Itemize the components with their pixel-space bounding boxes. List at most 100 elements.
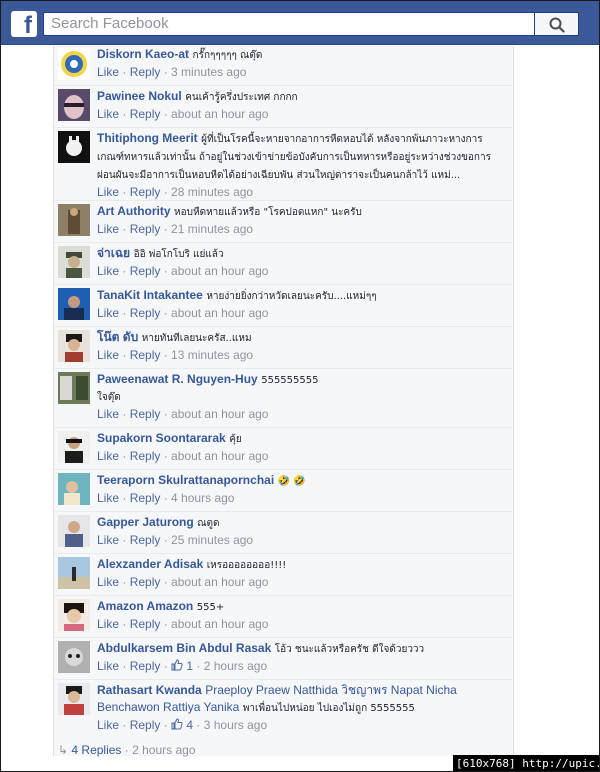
replies-count[interactable]: 4 Replies [71, 743, 121, 757]
like-link[interactable]: Like [97, 185, 119, 199]
like-link[interactable]: Like [97, 617, 119, 631]
reply-link[interactable]: Reply [130, 449, 161, 463]
reply-link[interactable]: Reply [130, 264, 161, 278]
like-link[interactable]: Like [97, 718, 119, 732]
search-input[interactable]: Search Facebook [43, 12, 535, 36]
comment-timestamp[interactable]: about an hour ago [171, 575, 268, 589]
like-link[interactable]: Like [97, 348, 119, 362]
like-count[interactable]: 1 [171, 659, 193, 673]
comment-item: Diskorn Kaeo-at กรั๊กๆๆๆๆๆ ณตุ๊ด Like · … [54, 46, 513, 86]
reply-link[interactable]: Reply [130, 107, 161, 121]
reply-link[interactable]: Reply [130, 348, 161, 362]
avatar[interactable] [58, 599, 90, 631]
view-replies-link[interactable]: ↳ 4 Replies · 2 hours ago [58, 743, 196, 757]
comment-timestamp[interactable]: 2 hours ago [204, 659, 267, 673]
comment-item: Pawinee Nokul คนเค้ารู้ครึ่งประเทศ กกกก … [54, 86, 513, 128]
reply-link[interactable]: Reply [130, 718, 161, 732]
comment-timestamp[interactable]: about an hour ago [171, 407, 268, 421]
comment-text: ณตูด [197, 518, 220, 529]
comment-timestamp[interactable]: about an hour ago [171, 264, 268, 278]
comment-timestamp[interactable]: about an hour ago [171, 107, 268, 121]
like-link[interactable]: Like [97, 491, 119, 505]
comment-timestamp[interactable]: 25 minutes ago [171, 533, 253, 547]
like-link[interactable]: Like [97, 65, 119, 79]
comment-timestamp[interactable]: about an hour ago [171, 306, 268, 320]
comment-item: Alexzander Adisak เหรออออออออ!!!! Like ·… [54, 554, 513, 596]
comment-text: 555+ [196, 602, 225, 613]
avatar[interactable] [58, 48, 90, 80]
comment-author[interactable]: Alexzander Adisak [97, 557, 203, 571]
comment-author[interactable]: TanaKit Intakantee [97, 288, 203, 302]
avatar[interactable] [58, 515, 90, 547]
like-count[interactable]: 4 [171, 718, 193, 732]
comment-text: พาเพื่อนไปหน่อย ไปเองไม่ถูก 5555555 [242, 703, 415, 714]
avatar[interactable] [58, 473, 90, 505]
comment-timestamp[interactable]: 28 minutes ago [171, 185, 253, 199]
reply-link[interactable]: Reply [130, 185, 161, 199]
like-link[interactable]: Like [97, 222, 119, 236]
avatar[interactable] [58, 288, 90, 320]
reply-link[interactable]: Reply [130, 407, 161, 421]
comment-author[interactable]: Abdulkarsem Bin Abdul Rasak [97, 641, 271, 655]
avatar[interactable] [58, 246, 90, 278]
like-link[interactable]: Like [97, 659, 119, 673]
facebook-logo[interactable]: f [11, 11, 37, 37]
reply-link[interactable]: Reply [130, 222, 161, 236]
comment-author[interactable]: Art Authority [97, 204, 171, 218]
like-count-value: 4 [186, 718, 194, 732]
comment-timestamp[interactable]: about an hour ago [171, 449, 268, 463]
avatar[interactable] [58, 131, 90, 163]
avatar[interactable] [58, 431, 90, 463]
comment-author[interactable]: Teeraporn Skulrattanapornchai [97, 473, 274, 487]
reply-link[interactable]: Reply [130, 306, 161, 320]
comment-item: Art Authority หอบหืดหายแล้วหรือ "โรคปอดแ… [54, 201, 513, 243]
comment-item: Amazon Amazon 555+ Like · Reply · about … [54, 596, 513, 638]
reply-link[interactable]: Reply [130, 575, 161, 589]
comment-author[interactable]: Supakorn Soontararak [97, 431, 226, 445]
reply-link[interactable]: Reply [130, 491, 161, 505]
comment-author[interactable]: Thitiphong Meerit [97, 131, 198, 145]
like-link[interactable]: Like [97, 407, 119, 421]
comment-timestamp[interactable]: 13 minutes ago [171, 348, 253, 362]
comment-timestamp[interactable]: 3 minutes ago [171, 65, 246, 79]
comment-timestamp[interactable]: 21 minutes ago [171, 222, 253, 236]
comment-text: 555555555 [261, 375, 319, 386]
like-link[interactable]: Like [97, 575, 119, 589]
comment-item: โน๊ต ดับ หายทันทีเลยนะครัส..แหม Like · R… [54, 327, 513, 369]
comment-author[interactable]: Pawinee Nokul [97, 89, 182, 103]
comment-author[interactable]: จ่าเฉย [97, 246, 130, 260]
comment-author[interactable]: Rathasart Kwanda [97, 683, 202, 697]
like-link[interactable]: Like [97, 449, 119, 463]
comment-author[interactable]: Diskorn Kaeo-at [97, 47, 189, 61]
like-link[interactable]: Like [97, 306, 119, 320]
avatar[interactable] [58, 204, 90, 236]
reply-link[interactable]: Reply [130, 533, 161, 547]
reply-arrow-icon: ↳ [58, 743, 69, 757]
comment-text: คุ้ย [229, 434, 242, 445]
reply-link[interactable]: Reply [130, 659, 161, 673]
reply-link[interactable]: Reply [130, 617, 161, 631]
like-link[interactable]: Like [97, 107, 119, 121]
comment-timestamp[interactable]: 4 hours ago [171, 491, 234, 505]
like-link[interactable]: Like [97, 264, 119, 278]
search-button[interactable] [535, 12, 579, 36]
comment-author[interactable]: Gapper Jaturong [97, 515, 194, 529]
comment-text: หอบหืดหายแล้วหรือ "โรคปอดแหก" นะครับ [174, 207, 362, 218]
thumbs-up-icon [171, 659, 183, 671]
comment-item: Thitiphong Meerit ผู้ที่เป็นโรคนี้จะหายจ… [54, 128, 513, 201]
comment-author[interactable]: โน๊ต ดับ [97, 330, 138, 344]
comment-timestamp[interactable]: 3 hours ago [204, 718, 267, 732]
reply-link[interactable]: Reply [130, 65, 161, 79]
avatar[interactable] [58, 372, 90, 404]
avatar[interactable] [58, 330, 90, 362]
comment-author[interactable]: Amazon Amazon [97, 599, 193, 613]
avatar[interactable] [58, 683, 90, 715]
avatar[interactable] [58, 89, 90, 121]
avatar[interactable] [58, 557, 90, 589]
comment-author[interactable]: Paweenawat R. Nguyen-Huy [97, 372, 258, 386]
comment-text: หายง่ายยิ่งกว่าหวัดเลยนะครับ....แหม่ๆๆ [206, 291, 377, 302]
comment-item: Supakorn Soontararak คุ้ย Like · Reply ·… [54, 428, 513, 470]
like-link[interactable]: Like [97, 533, 119, 547]
avatar[interactable] [58, 641, 90, 673]
comment-timestamp[interactable]: about an hour ago [171, 617, 268, 631]
